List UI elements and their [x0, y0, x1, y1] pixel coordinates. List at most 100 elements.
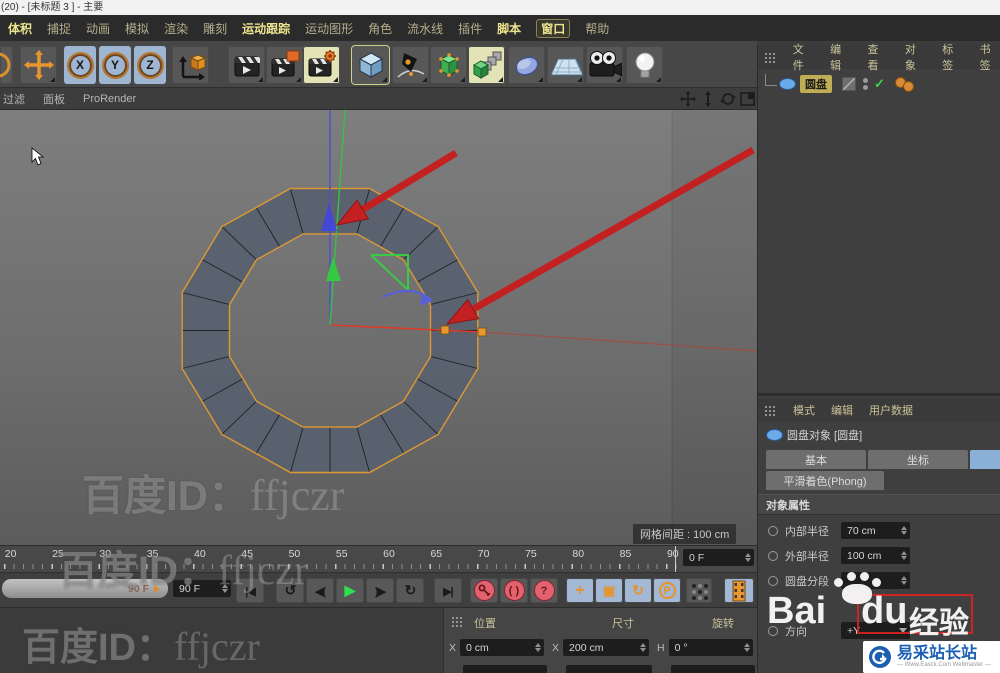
menu-item[interactable]: 运动图形 — [305, 20, 353, 37]
key-scale-toggle[interactable] — [595, 578, 623, 603]
animation-dot-icon[interactable] — [768, 526, 778, 536]
current-frame-field[interactable]: 90 F — [173, 580, 231, 597]
viewport-menu-item[interactable]: 过滤 — [3, 91, 25, 107]
stepper-icon[interactable] — [901, 551, 907, 560]
x-axis-handle-1[interactable] — [441, 326, 449, 334]
outer-radius-field[interactable]: 100 cm — [841, 547, 910, 564]
key-position-toggle[interactable] — [566, 578, 594, 603]
edit-render-settings-button[interactable] — [303, 46, 340, 84]
render-to-picture-viewer-button[interactable] — [266, 46, 303, 84]
motion-system-button[interactable] — [724, 578, 754, 603]
bend-deformer-button[interactable] — [508, 46, 545, 84]
layer-toggle-icon[interactable] — [842, 77, 856, 91]
enabled-check-icon[interactable]: ✓ — [874, 76, 885, 92]
next-frame-button[interactable] — [366, 578, 394, 603]
rotation-band-green[interactable] — [371, 255, 408, 290]
rotate-view-icon[interactable] — [720, 91, 736, 107]
stepper-icon[interactable] — [640, 643, 646, 652]
coordinate-system-button[interactable] — [172, 46, 209, 84]
rotation-h-field[interactable]: 0 ° — [669, 639, 753, 656]
rotate-tool-button[interactable] — [0, 46, 13, 84]
menu-item[interactable]: 窗口 — [536, 19, 570, 38]
timeline-playhead[interactable] — [675, 546, 676, 572]
menu-item[interactable]: 渲染 — [164, 20, 188, 37]
object-manager-menu-item[interactable]: 对象 — [905, 41, 926, 73]
keyframe-options-button[interactable]: ? — [530, 578, 558, 603]
orientation-dropdown[interactable]: +Y — [841, 622, 910, 639]
camera-object-button[interactable] — [586, 46, 623, 84]
keyframe-selection-button[interactable] — [686, 578, 712, 603]
animation-dot-icon[interactable] — [768, 576, 778, 586]
menu-item[interactable]: 模拟 — [125, 20, 149, 37]
stepper-icon[interactable] — [745, 553, 751, 562]
menu-item[interactable]: 雕刻 — [203, 20, 227, 37]
panel-grip-icon[interactable] — [451, 616, 464, 627]
inner-radius-field[interactable]: 70 cm — [841, 522, 910, 539]
disc-object-icon[interactable] — [779, 78, 796, 90]
attribute-manager-menu-item[interactable]: 编辑 — [831, 402, 853, 418]
tab-phong[interactable]: 平滑着色(Phong) — [766, 471, 884, 490]
rotation-p-field-partial[interactable] — [671, 665, 755, 673]
timeline-ruler[interactable]: 202530354045505560657075808590 0 F — [0, 545, 757, 573]
size-x-field[interactable]: 200 cm — [563, 639, 649, 656]
pen-spline-tool-button[interactable] — [392, 46, 429, 84]
lock-x-axis-button[interactable]: X — [64, 46, 96, 84]
stepper-icon[interactable] — [535, 643, 541, 652]
object-manager-menu-item[interactable]: 编辑 — [830, 41, 851, 73]
animation-dot-icon[interactable] — [768, 626, 778, 636]
object-name-label[interactable]: 圆盘 — [800, 75, 832, 93]
position-x-field[interactable]: 0 cm — [460, 639, 544, 656]
play-button[interactable] — [336, 578, 364, 603]
menu-item[interactable]: 动画 — [86, 20, 110, 37]
floor-object-button[interactable] — [547, 46, 584, 84]
menu-item[interactable]: 运动跟踪 — [242, 20, 290, 37]
frame-range-field[interactable]: 0 F — [683, 549, 754, 566]
toggle-layout-icon[interactable] — [740, 91, 756, 107]
menu-item[interactable]: 体积 — [8, 20, 32, 37]
animation-dot-icon[interactable] — [768, 551, 778, 561]
move-tool-button[interactable] — [20, 46, 57, 84]
attribute-manager-menu-item[interactable]: 模式 — [793, 402, 815, 418]
x-axis-handle-2[interactable] — [478, 328, 486, 336]
viewport-menu-item[interactable]: ProRender — [83, 93, 136, 105]
record-keyframe-button[interactable] — [470, 578, 498, 603]
menu-item[interactable]: 帮助 — [585, 20, 609, 37]
stepper-icon[interactable] — [901, 576, 907, 585]
lock-z-axis-button[interactable]: Z — [134, 46, 166, 84]
lock-y-axis-button[interactable]: Y — [99, 46, 131, 84]
tab-basic[interactable]: 基本 — [766, 450, 866, 469]
viewport[interactable]: 网格间距 : 100 cm 百度ID：ffjczr — [0, 110, 757, 545]
tab-coordinates[interactable]: 坐标 — [868, 450, 968, 469]
disc-segments-field[interactable] — [841, 572, 910, 589]
autokeying-button[interactable]: ( ) — [500, 578, 528, 603]
cube-primitive-button[interactable] — [352, 46, 389, 84]
size-y-field-partial[interactable] — [566, 665, 652, 673]
position-y-field-partial[interactable] — [463, 665, 547, 673]
play-backwards-button[interactable] — [276, 578, 304, 603]
key-rotation-toggle[interactable] — [624, 578, 652, 603]
panel-grip-icon[interactable] — [764, 405, 777, 416]
object-manager-menu-item[interactable]: 文件 — [793, 41, 814, 73]
zoom-view-icon[interactable] — [700, 91, 716, 107]
go-to-start-button[interactable] — [236, 578, 264, 603]
play-cycle-button[interactable] — [396, 578, 424, 603]
menu-item[interactable]: 流水线 — [407, 20, 443, 37]
object-row-disc[interactable]: 圆盘 ✓ — [758, 72, 1000, 96]
object-manager-menu-item[interactable]: 标签 — [942, 41, 963, 73]
timeline-slider[interactable]: 90 F — [2, 579, 168, 598]
phong-tag-icon[interactable] — [895, 77, 914, 92]
attribute-manager-menu-item[interactable]: 用户数据 — [869, 402, 913, 418]
stepper-icon[interactable] — [222, 584, 228, 593]
pan-view-icon[interactable] — [680, 91, 696, 107]
tab-object-active[interactable] — [970, 450, 1000, 469]
menu-item[interactable]: 角色 — [368, 20, 392, 37]
subdivision-surface-button[interactable] — [430, 46, 467, 84]
key-parameter-toggle[interactable]: P — [653, 578, 681, 603]
light-object-button[interactable] — [626, 46, 663, 84]
stepper-icon[interactable] — [744, 643, 750, 652]
array-generator-button[interactable] — [468, 46, 505, 84]
go-to-end-button[interactable] — [434, 578, 462, 603]
previous-frame-button[interactable] — [306, 578, 334, 603]
render-view-button[interactable] — [228, 46, 265, 84]
object-manager-menu-item[interactable]: 书签 — [980, 41, 1000, 73]
